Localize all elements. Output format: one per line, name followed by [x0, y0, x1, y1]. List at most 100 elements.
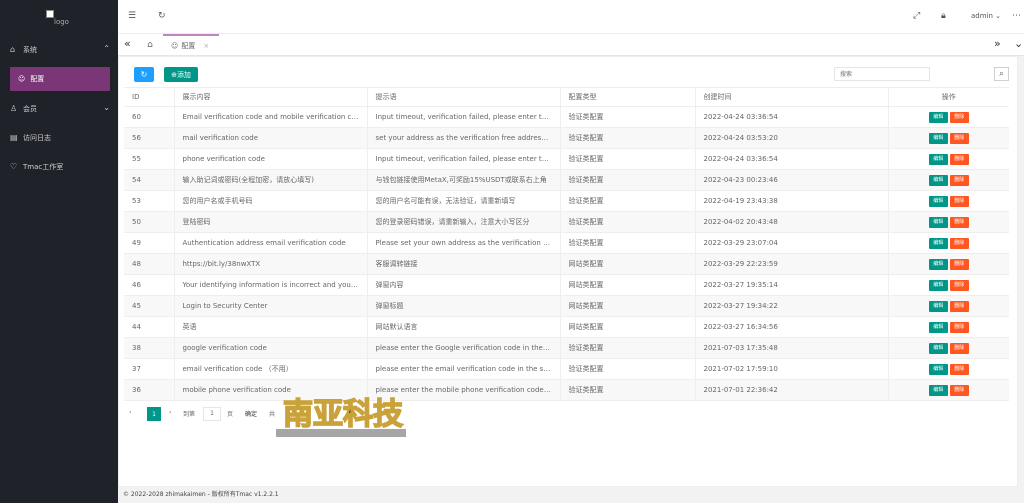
cell-type: 验证类配置 — [560, 211, 696, 233]
edit-button[interactable]: 编辑 — [928, 258, 948, 270]
delete-button[interactable]: 删除 — [949, 321, 969, 333]
delete-button[interactable]: 删除 — [949, 216, 969, 228]
sidebar-item-studio[interactable]: ♡ Tmac工作室 — [0, 152, 118, 181]
edit-button[interactable]: 编辑 — [928, 342, 948, 354]
cell-id: 48 — [124, 253, 175, 275]
config-table: ID 展示内容 提示语 配置类型 创建时间 操作 60 Email verification… — [124, 87, 1009, 401]
edit-button[interactable]: 编辑 — [928, 300, 948, 312]
edit-button[interactable]: 编辑 — [928, 279, 948, 291]
cell-type: 验证类配置 — [560, 169, 696, 191]
cell-hint: Please set your own address as the verif… — [367, 232, 561, 254]
prev-page-icon[interactable]: ‹ — [129, 409, 131, 416]
confirm-button[interactable]: 确定 — [245, 409, 257, 418]
cell-id: 50 — [124, 211, 175, 233]
search-input[interactable] — [834, 67, 930, 81]
cell-content: https://bit.ly/38nwXTX — [174, 253, 368, 275]
sidebar-item-config[interactable]: ☺ 配置 — [10, 67, 110, 91]
menu-toggle-icon[interactable]: ☰ — [128, 11, 136, 21]
user-menu[interactable]: admin ⌄ — [971, 12, 1001, 20]
delete-button[interactable]: 删除 — [949, 174, 969, 186]
cell-hint: Input timeout, verification failed, plea… — [367, 106, 561, 128]
delete-button[interactable]: 删除 — [949, 195, 969, 207]
cell-content: phone verification code — [174, 148, 368, 170]
edit-button[interactable]: 编辑 — [928, 153, 948, 165]
table-row: 48 https://bit.ly/38nwXTX 客服调转链接 网站类配置 2022-… — [124, 253, 1009, 275]
sidebar-item-label: 访问日志 — [23, 133, 51, 142]
delete-button[interactable]: 删除 — [949, 279, 969, 291]
delete-button[interactable]: 删除 — [949, 132, 969, 144]
cell-id: 46 — [124, 274, 175, 296]
cell-hint: 与钱包链接使用MetaX,可奖励15%USDT或联系右上角 — [367, 169, 561, 191]
cell-content: 登陆密码 — [174, 211, 368, 233]
cell-id: 38 — [124, 337, 175, 359]
column-header[interactable]: ID — [124, 87, 175, 107]
delete-button[interactable]: 删除 — [949, 363, 969, 375]
cell-time: 2022-04-02 20:43:48 — [695, 211, 889, 233]
cell-time: 2021-07-01 22:36:42 — [695, 379, 889, 401]
cell-id: 44 — [124, 316, 175, 338]
column-header[interactable]: 创建时间 — [695, 87, 889, 107]
pagination: ‹ 1 › 到第 1 页 确定 共 — [119, 404, 1017, 426]
cell-type: 验证类配置 — [560, 127, 696, 149]
table-row: 60 Email verification code and mobile ver… — [124, 106, 1009, 128]
column-header[interactable]: 操作 — [888, 87, 1009, 107]
cell-actions: 编辑 删除 — [888, 169, 1009, 191]
cell-content: mail verification code — [174, 127, 368, 149]
delete-button[interactable]: 删除 — [949, 237, 969, 249]
tab-config[interactable]: ☺ 配置 × — [163, 34, 219, 56]
cell-actions: 编辑 删除 — [888, 190, 1009, 212]
edit-button[interactable]: 编辑 — [928, 195, 948, 207]
edit-button[interactable]: 编辑 — [928, 174, 948, 186]
cell-id: 55 — [124, 148, 175, 170]
column-header[interactable]: 展示内容 — [174, 87, 368, 107]
cell-time: 2022-04-24 03:36:54 — [695, 106, 889, 128]
table-row: 38 google verification code please enter t… — [124, 337, 1009, 359]
search-icon: ⌕ — [999, 69, 1004, 78]
cell-id: 49 — [124, 232, 175, 254]
delete-button[interactable]: 删除 — [949, 342, 969, 354]
cell-content: Login to Security Center — [174, 295, 368, 317]
edit-button[interactable]: 编辑 — [928, 321, 948, 333]
table-row: 54 输入助记词或密码(全程加密，请放心填写) 与钱包链接使用MetaX,可奖励15… — [124, 169, 1009, 191]
tabs-scroll-left-icon[interactable]: « — [124, 37, 131, 50]
cell-content: 您的用户名或手机号码 — [174, 190, 368, 212]
next-page-icon[interactable]: › — [169, 409, 171, 416]
add-button[interactable]: ⊕ 添加 — [164, 67, 198, 82]
edit-button[interactable]: 编辑 — [928, 216, 948, 228]
logo[interactable]: logo — [0, 0, 118, 35]
tabs-menu-icon[interactable]: ⌄ — [1014, 37, 1023, 50]
edit-button[interactable]: 编辑 — [928, 132, 948, 144]
delete-button[interactable]: 删除 — [949, 111, 969, 123]
search-button[interactable]: ⌕ — [994, 67, 1009, 81]
sidebar-item-members[interactable]: ♙ 会员 ⌄ — [0, 94, 118, 123]
page-current[interactable]: 1 — [147, 407, 161, 421]
close-icon[interactable]: × — [203, 42, 209, 50]
edit-button[interactable]: 编辑 — [928, 384, 948, 396]
fullscreen-icon[interactable]: ⤢ — [913, 11, 920, 21]
delete-button[interactable]: 删除 — [949, 258, 969, 270]
delete-button[interactable]: 删除 — [949, 300, 969, 312]
edit-button[interactable]: 编辑 — [928, 237, 948, 249]
goto-label: 到第 — [183, 411, 196, 418]
cell-type: 网站类配置 — [560, 316, 696, 338]
table-row: 56 mail verification code set your address… — [124, 127, 1009, 149]
refresh-icon[interactable]: ↻ — [158, 11, 166, 21]
column-header[interactable]: 提示语 — [367, 87, 561, 107]
lock-icon[interactable]: 🔒︎ — [941, 11, 946, 21]
table-row: 55 phone verification code Input timeout, … — [124, 148, 1009, 170]
sidebar-item-system[interactable]: ⌂ 系统 ⌃ — [0, 35, 118, 64]
page-input[interactable]: 1 — [203, 407, 221, 421]
tabs-scroll-right-icon[interactable]: » — [994, 37, 1001, 50]
sidebar-item-access-log[interactable]: ▤ 访问日志 — [0, 123, 118, 152]
table-row: 36 mobile phone verification code please e… — [124, 379, 1009, 401]
delete-button[interactable]: 删除 — [949, 153, 969, 165]
edit-button[interactable]: 编辑 — [928, 363, 948, 375]
cell-hint: 您的用户名可能有误，无法验证，请重新填写 — [367, 190, 561, 212]
refresh-button[interactable]: ↻ — [134, 67, 154, 82]
tab-home[interactable]: ⌂ — [140, 34, 160, 56]
more-icon[interactable]: ⋯ — [1012, 11, 1021, 21]
column-header[interactable]: 配置类型 — [560, 87, 696, 107]
tab-label: 配置 — [181, 42, 196, 50]
edit-button[interactable]: 编辑 — [928, 111, 948, 123]
delete-button[interactable]: 删除 — [949, 384, 969, 396]
